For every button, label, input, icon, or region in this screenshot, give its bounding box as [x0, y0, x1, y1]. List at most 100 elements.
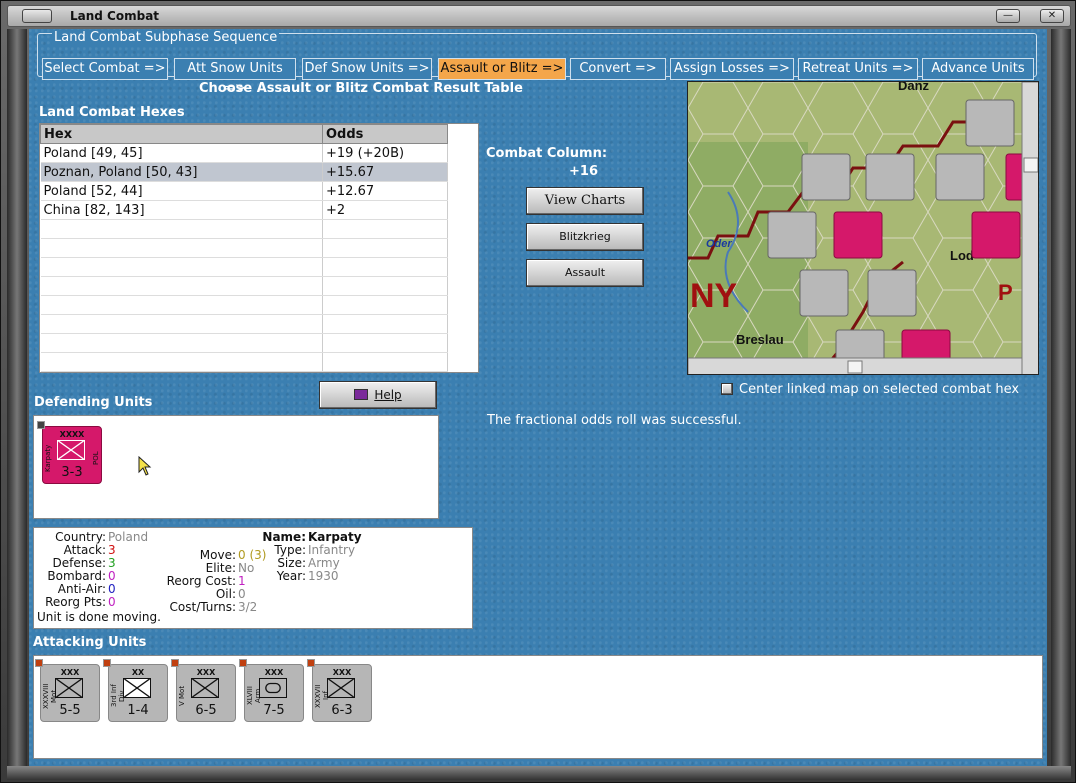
mouse-cursor-icon: [138, 456, 152, 476]
attacking-units-panel: XXX XXXVIII Mot 5-5 XX 3rd Inf Div 1-4 X…: [33, 655, 1043, 759]
empty-row: [40, 238, 448, 258]
assault-button[interactable]: Assault: [526, 259, 644, 287]
odds-cell: +2: [322, 200, 448, 220]
unit-status: Unit is done moving.: [37, 610, 161, 624]
counter-pip: [171, 659, 179, 667]
defending-unit-counter[interactable]: XXXX Karpaty POL 3-3: [37, 421, 102, 484]
table-row[interactable]: China [82, 143] +2: [40, 200, 448, 220]
empty-row: [40, 314, 448, 334]
table-row-selected[interactable]: Poznan, Poland [50, 43] +15.67: [40, 162, 448, 182]
bottom-frame: [7, 766, 1071, 780]
attack-label: Attack:: [63, 543, 106, 557]
crt-prompt: Choose Assault or Blitz Combat Result Ta…: [199, 81, 523, 96]
attacking-unit-counter[interactable]: XX 3rd Inf Div 1-4: [103, 659, 168, 722]
subphase-legend: Land Combat Subphase Sequence: [52, 30, 280, 45]
empty-row: [40, 276, 448, 296]
unit-size: XXX: [60, 668, 80, 677]
linked-map[interactable]: Oder NY Breslau Lod P Danz: [687, 81, 1039, 375]
tab-select-combat[interactable]: Select Combat =>: [42, 58, 168, 80]
close-button[interactable]: ✕: [1040, 9, 1064, 23]
name-label: Name:: [262, 530, 306, 544]
center-map-checkbox[interactable]: [721, 383, 733, 395]
svg-text:Oder: Oder: [706, 238, 732, 250]
counter-pip: [103, 659, 111, 667]
armor-symbol-icon: [259, 678, 287, 698]
col-hex[interactable]: Hex: [40, 124, 323, 144]
oil-value: 0: [238, 587, 246, 601]
blitzkrieg-button[interactable]: Blitzkrieg: [526, 223, 644, 251]
title-bar[interactable]: Land Combat — ✕: [7, 5, 1071, 27]
hex-cell: China [82, 143]: [40, 200, 323, 220]
attacking-unit-counter[interactable]: XXX XXXVII Inf 6-3: [307, 659, 372, 722]
left-frame: [7, 29, 27, 766]
hex-cell: Poland [49, 45]: [40, 143, 323, 163]
country-value: Poland: [108, 530, 149, 544]
motorized-infantry-symbol-icon: [55, 678, 83, 698]
reorg-pts-label: Reorg Pts:: [45, 595, 106, 609]
unit-size: XXX: [196, 668, 216, 677]
unit-strength: 6-3: [331, 703, 353, 718]
size-value: Army: [308, 556, 340, 570]
subphase-sequence: Land Combat Subphase Sequence Select Com…: [37, 30, 1037, 96]
country-label: Country:: [55, 530, 106, 544]
unit-size: XXX: [264, 668, 284, 677]
unit-strength: 3-3: [61, 465, 83, 480]
help-label: Help: [374, 388, 402, 402]
type-value: Infantry: [308, 543, 356, 557]
svg-text:Lod: Lod: [950, 248, 974, 263]
bombard-value: 0: [108, 569, 116, 583]
help-button[interactable]: Help: [319, 381, 437, 409]
tab-advance-units[interactable]: Advance Units: [922, 58, 1034, 80]
table-row[interactable]: Poland [52, 44] +12.67: [40, 181, 448, 201]
tab-def-snow-units[interactable]: Def Snow Units =>: [302, 58, 432, 80]
attack-value: 3: [108, 543, 116, 557]
tab-assault-or-blitz[interactable]: Assault or Blitz =>: [438, 58, 566, 80]
defense-value: 3: [108, 556, 116, 570]
empty-row: [40, 257, 448, 277]
reorg-cost-label: Reorg Cost:: [166, 574, 236, 588]
client-area: Land Combat Subphase Sequence Select Com…: [29, 29, 1047, 766]
tab-retreat-units[interactable]: Retreat Units =>: [798, 58, 918, 80]
tab-convert[interactable]: Convert =>: [570, 58, 666, 80]
attacking-heading: Attacking Units: [33, 635, 147, 650]
unit-size: XX: [131, 668, 145, 677]
center-map-label: Center linked map on selected combat hex: [739, 382, 1020, 397]
tab-assign-losses[interactable]: Assign Losses =>: [670, 58, 794, 80]
move-label: Move:: [199, 548, 236, 562]
unit-strength: 7-5: [263, 703, 285, 718]
combat-column-value: +16: [569, 164, 598, 179]
window-title: Land Combat: [70, 9, 160, 23]
minimize-button[interactable]: —: [996, 9, 1020, 23]
move-value: 0 (3): [238, 548, 267, 562]
infantry-symbol-icon: [123, 678, 151, 698]
oil-label: Oil:: [215, 587, 236, 601]
attacking-unit-counter[interactable]: XXX V Mot 6-5: [171, 659, 236, 722]
counter-pip: [307, 659, 315, 667]
svg-text:Breslau: Breslau: [736, 332, 784, 347]
svg-text:NY: NY: [690, 277, 738, 315]
antiair-value: 0: [108, 582, 116, 596]
svg-text:Danz: Danz: [898, 82, 930, 93]
empty-row: [40, 352, 448, 372]
result-message: The fractional odds roll was successful.: [487, 413, 742, 428]
hex-cell: Poznan, Poland [50, 43]: [40, 162, 323, 182]
window-menu-icon[interactable]: [22, 9, 52, 23]
col-odds[interactable]: Odds: [322, 124, 448, 144]
hexes-heading: Land Combat Hexes: [39, 105, 185, 120]
elite-label: Elite:: [205, 561, 236, 575]
table-row[interactable]: Poland [49, 45] +19 (+20B): [40, 143, 448, 163]
odds-cell: +19 (+20B): [322, 143, 448, 163]
type-label: Type:: [274, 543, 306, 557]
defense-label: Defense:: [52, 556, 106, 570]
combat-hexes-table: Hex Odds Poland [49, 45] +19 (+20B) Pozn…: [39, 123, 479, 373]
view-charts-button[interactable]: View Charts: [526, 187, 644, 215]
antiair-label: Anti-Air:: [57, 582, 106, 596]
cost-turns-value: 3/2: [238, 600, 258, 614]
unit-strength: 1-4: [127, 703, 149, 718]
attacking-unit-counter[interactable]: XXX XLVIII Arm 7-5: [239, 659, 304, 722]
reorg-pts-value: 0: [108, 595, 116, 609]
empty-row: [40, 295, 448, 315]
map-hexes: Oder NY Breslau Lod P Danz: [688, 82, 1038, 374]
attacking-unit-counter[interactable]: XXX XXXVIII Mot 5-5: [35, 659, 100, 722]
tab-att-snow-units[interactable]: Att Snow Units =>: [174, 58, 296, 96]
